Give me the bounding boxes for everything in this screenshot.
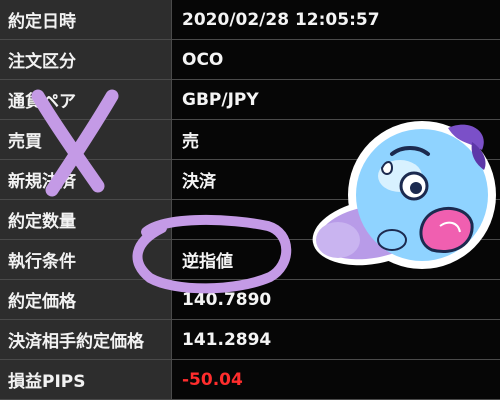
row-new-or-close: 新規決済 決済 — [0, 160, 500, 200]
value-execution-price: 140.7890 — [172, 280, 500, 319]
value-order-type: OCO — [172, 40, 500, 79]
row-side: 売買 売 — [0, 120, 500, 160]
row-execution-condition: 執行条件 逆指値 — [0, 240, 500, 280]
label-counter-price: 決済相手約定価格 — [0, 320, 172, 359]
label-quantity: 約定数量 — [0, 200, 172, 239]
value-side: 売 — [172, 120, 500, 159]
label-new-or-close: 新規決済 — [0, 160, 172, 199]
label-execution-datetime: 約定日時 — [0, 0, 172, 39]
row-currency-pair: 通貨ペア GBP/JPY — [0, 80, 500, 120]
value-new-or-close: 決済 — [172, 160, 500, 199]
label-pl-pips: 損益PIPS — [0, 360, 172, 399]
row-quantity: 約定数量 — [0, 200, 500, 240]
value-counter-price: 141.2894 — [172, 320, 500, 359]
label-execution-condition: 執行条件 — [0, 240, 172, 279]
row-execution-price: 約定価格 140.7890 — [0, 280, 500, 320]
value-execution-condition: 逆指値 — [172, 240, 500, 279]
label-currency-pair: 通貨ペア — [0, 80, 172, 119]
order-details-table: 約定日時 2020/02/28 12:05:57 注文区分 OCO 通貨ペア G… — [0, 0, 500, 400]
label-order-type: 注文区分 — [0, 40, 172, 79]
label-side: 売買 — [0, 120, 172, 159]
value-execution-datetime: 2020/02/28 12:05:57 — [172, 0, 500, 39]
row-order-type: 注文区分 OCO — [0, 40, 500, 80]
value-currency-pair: GBP/JPY — [172, 80, 500, 119]
value-pl-pips: -50.04 — [172, 360, 500, 399]
row-pl-pips: 損益PIPS -50.04 — [0, 360, 500, 400]
row-execution-datetime: 約定日時 2020/02/28 12:05:57 — [0, 0, 500, 40]
value-quantity — [172, 200, 500, 239]
label-execution-price: 約定価格 — [0, 280, 172, 319]
row-counter-price: 決済相手約定価格 141.2894 — [0, 320, 500, 360]
